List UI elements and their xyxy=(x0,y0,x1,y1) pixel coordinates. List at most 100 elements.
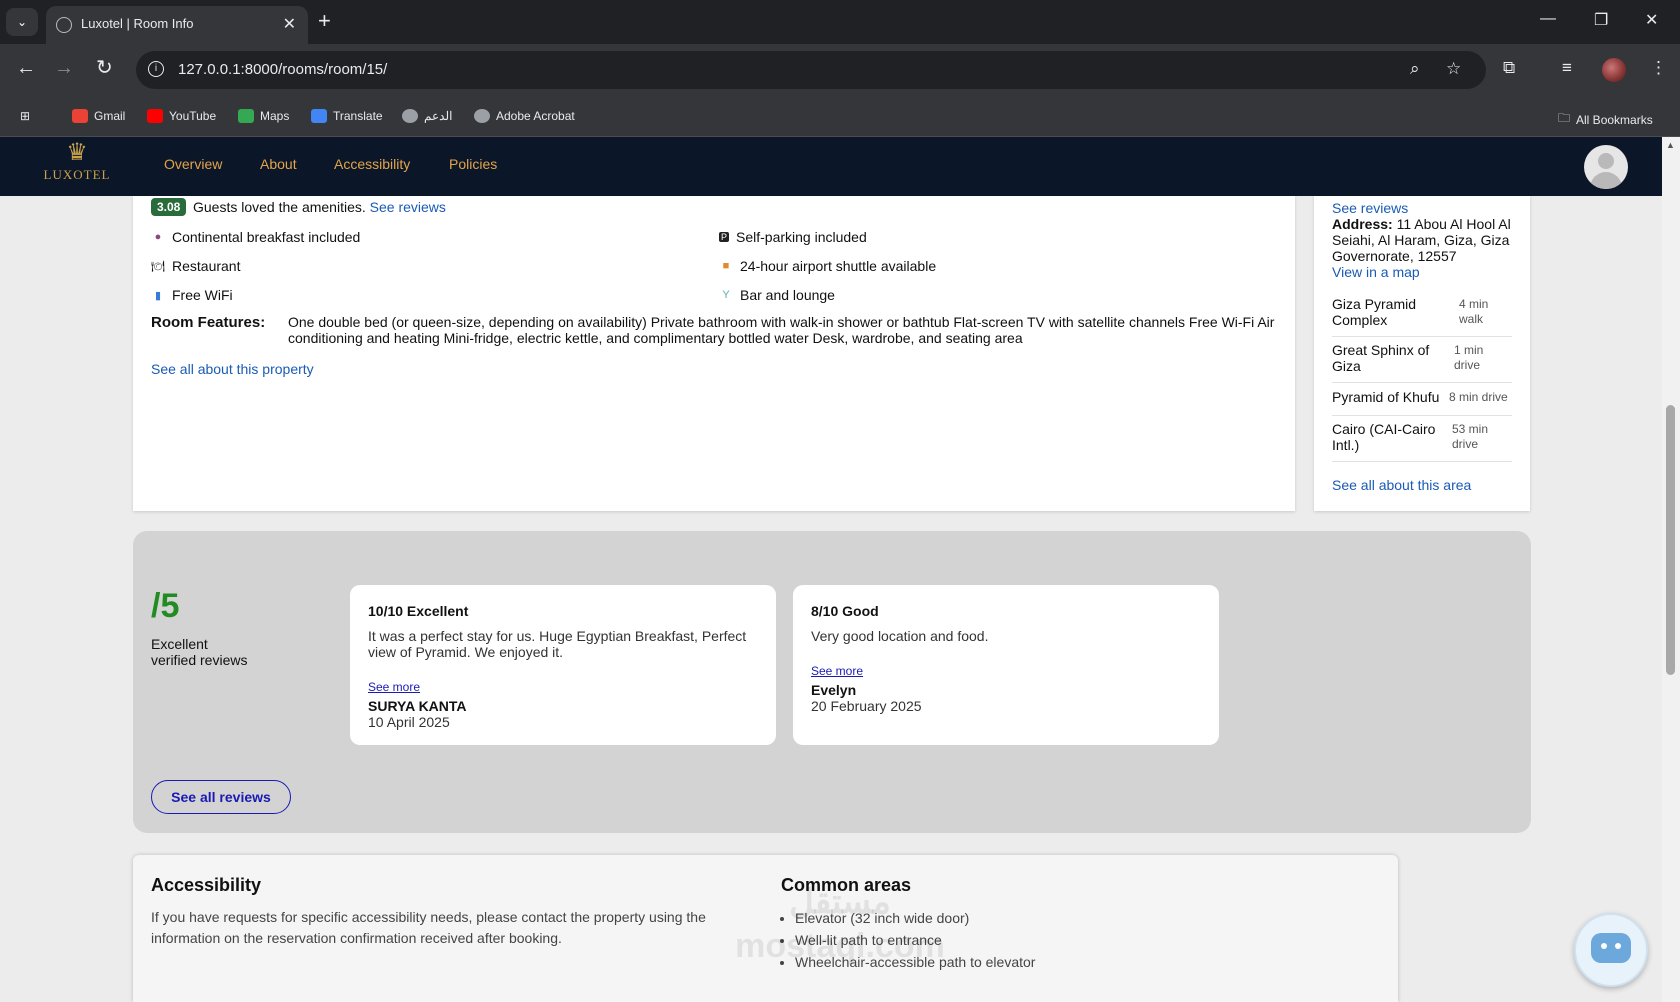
view-map-link[interactable]: View in a map xyxy=(1332,264,1420,280)
browser-tab[interactable]: Luxotel | Room Info ✕ xyxy=(46,6,308,44)
review-author: Evelyn xyxy=(811,682,857,698)
maps-icon xyxy=(238,109,254,123)
watermark: مستقل mostaql.com xyxy=(735,883,945,965)
location-card: See reviews Address: 11 Abou Al Hool Al … xyxy=(1314,196,1530,511)
menu-icon[interactable]: ⋮ xyxy=(1650,58,1667,78)
site-info-icon[interactable]: i xyxy=(148,61,164,77)
wifi-icon: ▮ xyxy=(154,289,162,302)
minimize-icon[interactable]: — xyxy=(1540,10,1556,28)
see-all-property-link[interactable]: See all about this property xyxy=(151,361,314,377)
see-more-link[interactable]: See more xyxy=(811,664,863,678)
address-bar[interactable]: i 127.0.0.1:8000/rooms/room/15/ ⌕ ☆ xyxy=(136,51,1486,89)
user-avatar[interactable] xyxy=(1584,145,1628,189)
bookmark-gmail[interactable]: Gmail xyxy=(72,109,125,123)
youtube-icon xyxy=(147,109,163,123)
see-all-reviews-button[interactable]: See all reviews xyxy=(151,780,291,814)
amenity-restaurant: 🍽 Restaurant xyxy=(151,258,241,274)
nav-accessibility[interactable]: Accessibility xyxy=(334,156,410,172)
all-bookmarks[interactable]: 🗀 All Bookmarks xyxy=(1558,109,1653,130)
review-text: Very good location and food. xyxy=(811,628,989,644)
browser-tab-bar: ⌄ Luxotel | Room Info ✕ + — ❐ ✕ xyxy=(0,0,1680,44)
bookmark-translate[interactable]: Translate xyxy=(311,109,383,123)
review-card: 8/10 Good Very good location and food. S… xyxy=(793,585,1219,745)
close-window-icon[interactable]: ✕ xyxy=(1645,10,1658,30)
nav-overview[interactable]: Overview xyxy=(164,156,222,172)
see-reviews-link[interactable]: See reviews xyxy=(370,199,446,215)
bookmark-support[interactable]: الدعم xyxy=(402,109,452,123)
new-tab-icon[interactable]: + xyxy=(318,10,331,32)
see-all-area-link[interactable]: See all about this area xyxy=(1332,477,1471,493)
reviews-section: /5 Excellent verified reviews 10/10 Excel… xyxy=(133,531,1531,833)
amenity-breakfast: ● Continental breakfast included xyxy=(151,229,361,245)
rating-text: Guests loved the amenities. See reviews xyxy=(193,199,446,215)
bookmark-star-icon[interactable]: ☆ xyxy=(1446,59,1461,79)
user-icon xyxy=(1598,153,1614,169)
rating-badge: 3.08 xyxy=(151,198,187,216)
review-author: SURYA KANTA xyxy=(368,698,467,714)
robot-icon xyxy=(1591,933,1631,963)
bookmarks-bar: ⊞ Gmail YouTube Maps Translate الدعم Ado… xyxy=(0,98,1680,137)
breakfast-icon: ● xyxy=(154,231,162,243)
profile-avatar[interactable] xyxy=(1602,58,1626,82)
review-score: /5 xyxy=(151,587,180,625)
apps-icon[interactable]: ⊞ xyxy=(20,109,30,123)
zoom-icon[interactable]: ⌕ xyxy=(1410,59,1420,79)
scroll-up-icon[interactable]: ▲ xyxy=(1666,140,1675,150)
folder-icon: 🗀 xyxy=(1558,111,1571,125)
accessibility-title: Accessibility xyxy=(151,875,262,895)
globe-icon xyxy=(402,109,418,123)
close-tab-icon[interactable]: ✕ xyxy=(283,14,296,34)
nav-about[interactable]: About xyxy=(260,156,297,172)
parking-icon: P xyxy=(719,232,729,242)
room-features-label: Room Features: xyxy=(151,314,266,331)
shuttle-icon: ■ xyxy=(722,260,730,272)
translate-icon xyxy=(311,109,327,123)
review-text: It was a perfect stay for us. Huge Egypt… xyxy=(368,628,747,660)
tab-title: Luxotel | Room Info xyxy=(81,16,194,31)
nearby-item: Cairo (CAI-Cairo Intl.) 53 min drive xyxy=(1332,421,1512,462)
globe-icon xyxy=(56,17,72,33)
restaurant-icon: 🍽 xyxy=(151,260,165,273)
media-icon[interactable]: ≡ xyxy=(1562,58,1572,78)
amenities-card: 3.08 Guests loved the amenities. See rev… xyxy=(133,196,1295,511)
extensions-icon[interactable]: ⧉ xyxy=(1503,58,1515,78)
see-reviews-link[interactable]: See reviews xyxy=(1332,200,1408,216)
restore-icon[interactable]: ❐ xyxy=(1594,10,1608,30)
crown-icon: ♛ xyxy=(66,139,88,166)
nearby-item: Pyramid of Khufu 8 min drive xyxy=(1332,389,1512,416)
url-text[interactable]: 127.0.0.1:8000/rooms/room/15/ xyxy=(178,61,387,78)
forward-icon[interactable]: → xyxy=(54,58,74,78)
room-features-text: One double bed (or queen-size, depending… xyxy=(288,314,1275,346)
nav-policies[interactable]: Policies xyxy=(449,156,497,172)
gmail-icon xyxy=(72,109,88,123)
review-title: 10/10 Excellent xyxy=(368,603,469,619)
amenity-parking: P Self-parking included xyxy=(719,229,867,245)
amenity-shuttle: ■ 24-hour airport shuttle available xyxy=(719,258,936,274)
bookmark-maps[interactable]: Maps xyxy=(238,109,289,123)
luxotel-logo[interactable]: ♛ LUXOTEL xyxy=(40,139,114,195)
site-navbar: ♛ LUXOTEL Overview About Accessibility P… xyxy=(0,137,1662,196)
tab-search-icon[interactable]: ⌄ xyxy=(6,8,38,36)
globe-icon xyxy=(474,109,490,123)
amenity-bar: Y Bar and lounge xyxy=(719,287,835,303)
cocktail-icon: Y xyxy=(722,289,730,301)
address: Address: 11 Abou Al Hool Al Seiahi, Al H… xyxy=(1332,216,1511,280)
amenity-wifi: ▮ Free WiFi xyxy=(151,287,233,303)
see-more-link[interactable]: See more xyxy=(368,680,420,694)
browser-toolbar: ← → ↻ i 127.0.0.1:8000/rooms/room/15/ ⌕ … xyxy=(0,44,1680,98)
back-icon[interactable]: ← xyxy=(16,58,36,78)
chatbot-button[interactable] xyxy=(1574,913,1648,987)
review-card: 10/10 Excellent It was a perfect stay fo… xyxy=(350,585,776,745)
review-date: 20 February 2025 xyxy=(811,698,922,714)
logo-text: LUXOTEL xyxy=(43,167,111,182)
review-score-label: Excellent verified reviews xyxy=(151,636,248,668)
nearby-item: Giza Pyramid Complex 4 min walk xyxy=(1332,296,1512,337)
bookmark-youtube[interactable]: YouTube xyxy=(147,109,216,123)
bookmark-acrobat[interactable]: Adobe Acrobat xyxy=(474,109,575,123)
scrollbar-thumb[interactable] xyxy=(1666,405,1675,675)
reload-icon[interactable]: ↻ xyxy=(96,58,113,78)
review-title: 8/10 Good xyxy=(811,603,879,619)
review-date: 10 April 2025 xyxy=(368,714,450,730)
accessibility-text: If you have requests for specific access… xyxy=(151,909,706,946)
nearby-item: Great Sphinx of Giza 1 min drive xyxy=(1332,342,1512,383)
